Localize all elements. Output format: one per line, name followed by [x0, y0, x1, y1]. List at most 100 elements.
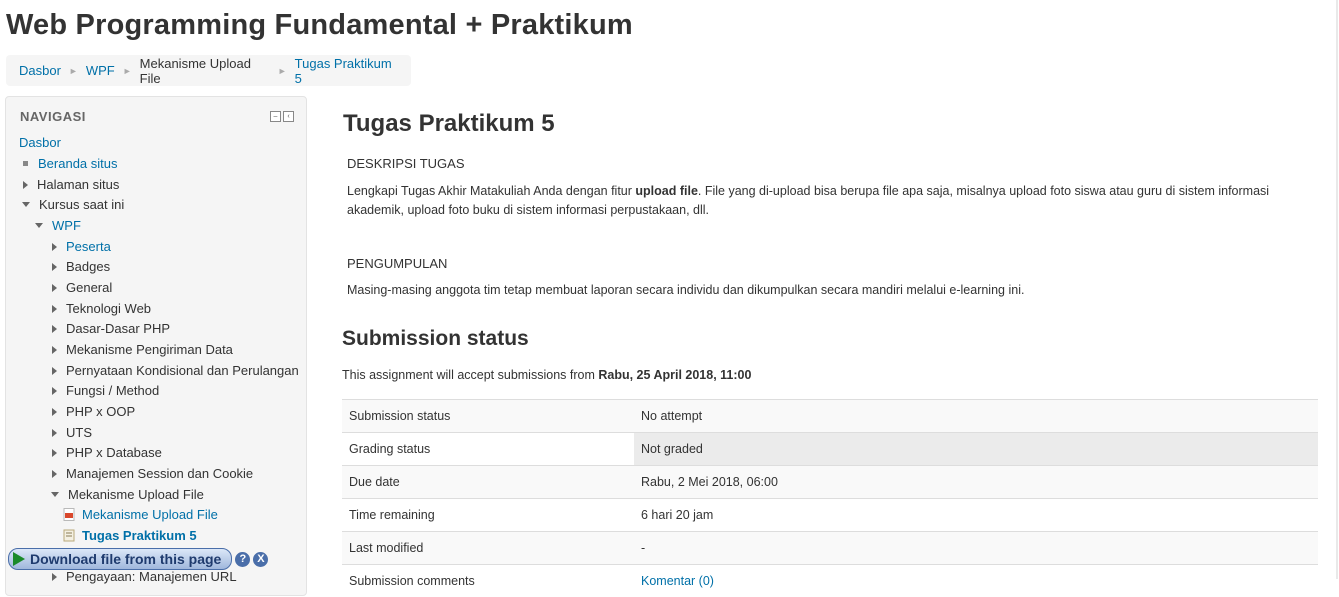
- breadcrumb-separator-icon: ►: [278, 66, 287, 76]
- nav-item-label[interactable]: Fungsi / Method: [66, 383, 159, 398]
- nav-item-label[interactable]: Mekanisme Pengiriman Data: [66, 342, 233, 357]
- breadcrumb-item-current[interactable]: Tugas Praktikum 5: [295, 56, 398, 86]
- nav-item-fungsi-method[interactable]: Fungsi / Method: [52, 383, 159, 398]
- close-icon[interactable]: X: [253, 552, 268, 567]
- expand-arrow-icon[interactable]: [52, 305, 57, 313]
- row-label: Submission status: [342, 400, 634, 433]
- expand-arrow-icon[interactable]: [52, 429, 57, 437]
- nav-item-label[interactable]: Mekanisme Upload File: [68, 487, 204, 502]
- submission-status-table: Submission status No attempt Grading sta…: [342, 399, 1318, 597]
- expand-arrow-icon[interactable]: [52, 284, 57, 292]
- nav-item-label[interactable]: Mekanisme Upload File: [82, 507, 218, 522]
- nav-item-pernyataan-kondisional[interactable]: Pernyataan Kondisional dan Perulangan: [52, 363, 299, 378]
- nav-item-label[interactable]: Peserta: [66, 239, 111, 254]
- table-row: Time remaining 6 hari 20 jam: [342, 499, 1318, 532]
- collapse-block-icon[interactable]: –: [270, 111, 281, 122]
- nav-item-beranda-situs[interactable]: Beranda situs: [22, 156, 118, 171]
- download-file-button[interactable]: Download file from this page: [8, 548, 232, 570]
- nav-item-label[interactable]: Halaman situs: [37, 177, 119, 192]
- help-icon[interactable]: ?: [235, 552, 250, 567]
- description-bold: upload file: [635, 184, 698, 198]
- nav-item-php-x-oop[interactable]: PHP x OOP: [52, 404, 135, 419]
- nav-item-label[interactable]: Beranda situs: [38, 156, 118, 171]
- expand-arrow-icon[interactable]: [52, 470, 57, 478]
- block-controls: – ‹: [270, 111, 294, 122]
- expand-arrow-icon[interactable]: [52, 263, 57, 271]
- nav-item-peserta[interactable]: Peserta: [52, 239, 111, 254]
- nav-item-teknologi-web[interactable]: Teknologi Web: [52, 301, 151, 316]
- expand-arrow-icon[interactable]: [52, 325, 57, 333]
- row-label: Submission comments: [342, 565, 634, 597]
- breadcrumb-item-dasbor[interactable]: Dasbor: [19, 63, 61, 78]
- submission-accept-notice: This assignment will accept submissions …: [342, 368, 751, 382]
- nav-item-label[interactable]: Tugas Praktikum 5: [82, 528, 197, 543]
- table-row: Submission status No attempt: [342, 400, 1318, 433]
- submission-status-heading: Submission status: [342, 327, 529, 351]
- collapse-arrow-icon[interactable]: [51, 492, 59, 497]
- nav-item-resource-upload-file[interactable]: Mekanisme Upload File: [63, 507, 218, 522]
- nav-item-label[interactable]: Teknologi Web: [66, 301, 151, 316]
- nav-item-tugas-praktikum-5[interactable]: Tugas Praktikum 5: [63, 528, 197, 543]
- breadcrumb-separator-icon: ►: [123, 66, 132, 76]
- nav-item-label[interactable]: Pengayaan: Manajemen URL: [66, 569, 237, 584]
- table-row: Grading status Not graded: [342, 433, 1318, 466]
- collection-text: Masing-masing anggota tim tetap membuat …: [347, 281, 1297, 300]
- nav-item-dasbor[interactable]: Dasbor: [19, 135, 61, 150]
- nav-item-label[interactable]: PHP x Database: [66, 445, 162, 460]
- expand-arrow-icon[interactable]: [52, 573, 57, 581]
- row-value: 6 hari 20 jam: [634, 499, 1318, 532]
- nav-item-mekanisme-upload-file[interactable]: Mekanisme Upload File: [51, 487, 204, 502]
- accept-date: Rabu, 25 April 2018, 11:00: [598, 368, 751, 382]
- nav-item-wpf[interactable]: WPF: [35, 218, 81, 233]
- nav-item-pengayaan[interactable]: Pengayaan: Manajemen URL: [52, 569, 237, 584]
- nav-item-label[interactable]: Pernyataan Kondisional dan Perulangan: [66, 363, 299, 378]
- nav-item-badges[interactable]: Badges: [52, 259, 110, 274]
- collapse-arrow-icon[interactable]: [22, 202, 30, 207]
- nav-item-label[interactable]: Kursus saat ini: [39, 197, 124, 212]
- breadcrumb-separator-icon: ►: [69, 66, 78, 76]
- nav-item-php-x-database[interactable]: PHP x Database: [52, 445, 162, 460]
- row-label: Due date: [342, 466, 634, 499]
- nav-item-label[interactable]: General: [66, 280, 112, 295]
- navigation-header: NAVIGASI: [20, 109, 86, 124]
- row-value: Komentar (0): [634, 565, 1318, 597]
- nav-item-label[interactable]: Dasar-Dasar PHP: [66, 321, 170, 336]
- nav-item-manajemen-session[interactable]: Manajemen Session dan Cookie: [52, 466, 253, 481]
- dock-block-icon[interactable]: ‹: [283, 111, 294, 122]
- expand-arrow-icon[interactable]: [52, 387, 57, 395]
- expand-arrow-icon[interactable]: [52, 449, 57, 457]
- nav-item-label[interactable]: Dasbor: [19, 135, 61, 150]
- scrollbar[interactable]: [1336, 0, 1338, 579]
- table-row: Due date Rabu, 2 Mei 2018, 06:00: [342, 466, 1318, 499]
- expand-arrow-icon[interactable]: [52, 408, 57, 416]
- nav-item-halaman-situs[interactable]: Halaman situs: [23, 177, 119, 192]
- nav-item-label[interactable]: UTS: [66, 425, 92, 440]
- accept-prefix: This assignment will accept submissions …: [342, 368, 598, 382]
- assignment-icon: [63, 529, 75, 542]
- nav-item-label[interactable]: PHP x OOP: [66, 404, 135, 419]
- description-part: Lengkapi Tugas Akhir Matakuliah Anda den…: [347, 184, 635, 198]
- expand-arrow-icon[interactable]: [52, 243, 57, 251]
- nav-item-general[interactable]: General: [52, 280, 112, 295]
- row-value: No attempt: [634, 400, 1318, 433]
- collapse-arrow-icon[interactable]: [35, 223, 43, 228]
- nav-item-label[interactable]: WPF: [52, 218, 81, 233]
- row-value: Rabu, 2 Mei 2018, 06:00: [634, 466, 1318, 499]
- nav-item-label[interactable]: Badges: [66, 259, 110, 274]
- breadcrumb-item-wpf[interactable]: WPF: [86, 63, 115, 78]
- download-label: Download file from this page: [30, 551, 221, 567]
- nav-item-kursus-saat-ini[interactable]: Kursus saat ini: [22, 197, 124, 212]
- nav-item-dasar-dasar-php[interactable]: Dasar-Dasar PHP: [52, 321, 170, 336]
- description-heading: DESKRIPSI TUGAS: [347, 156, 465, 171]
- nav-item-mekanisme-pengiriman-data[interactable]: Mekanisme Pengiriman Data: [52, 342, 233, 357]
- expand-arrow-icon[interactable]: [52, 367, 57, 375]
- expand-arrow-icon[interactable]: [52, 346, 57, 354]
- nav-item-uts[interactable]: UTS: [52, 425, 92, 440]
- collection-heading: PENGUMPULAN: [347, 256, 447, 271]
- comments-link[interactable]: Komentar (0): [641, 574, 714, 588]
- download-toolbar: Download file from this page ? X: [8, 548, 268, 570]
- nav-item-label[interactable]: Manajemen Session dan Cookie: [66, 466, 253, 481]
- breadcrumb: Dasbor ► WPF ► Mekanisme Upload File ► T…: [6, 55, 411, 86]
- description-text: Lengkapi Tugas Akhir Matakuliah Anda den…: [347, 182, 1297, 220]
- expand-arrow-icon[interactable]: [23, 181, 28, 189]
